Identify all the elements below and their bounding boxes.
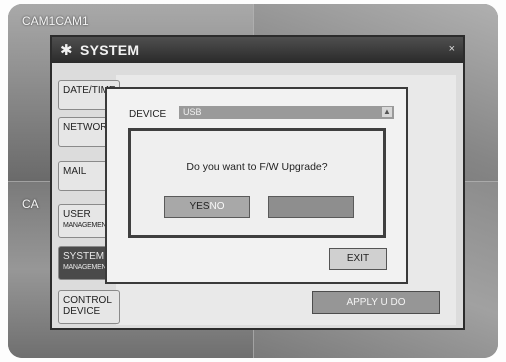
gear-icon: ✱ — [60, 42, 73, 59]
dialog-message: Do you want to F/W Upgrade? — [186, 161, 328, 173]
close-icon[interactable]: × — [449, 43, 455, 55]
firmware-upgrade-dialog: Do you want to F/W Upgrade? YESNO — [128, 128, 386, 238]
sidebar-item-label: USER — [63, 209, 91, 220]
sidebar-item-sublabel: DEVICE — [63, 306, 101, 317]
device-select[interactable]: USB ▲ — [179, 106, 394, 119]
device-label: DEVICE — [129, 109, 167, 120]
window-title: SYSTEM — [80, 42, 140, 58]
camera-label-mid-left: CA — [22, 197, 39, 211]
sidebar-item-control-device[interactable]: CONTROL DEVICE — [58, 290, 120, 324]
apply-undo-button[interactable]: APPLY U DO — [312, 291, 440, 314]
exit-button[interactable]: EXIT — [329, 248, 387, 270]
system-title-bar: ✱ SYSTEM × — [52, 37, 463, 63]
sidebar-item-label: MAIL — [63, 166, 87, 177]
dropdown-arrow-icon[interactable]: ▲ — [382, 107, 392, 117]
device-select-value: USB — [183, 107, 202, 117]
yes-label: YES — [189, 201, 210, 212]
sidebar-item-label: SYSTEM — [63, 251, 105, 262]
no-button[interactable] — [268, 196, 354, 218]
camera-label-top-left: CAM1CAM1 — [22, 14, 89, 28]
sidebar-item-label: CONTROL — [63, 295, 112, 306]
no-label-overlap: NO — [209, 201, 225, 212]
yes-button[interactable]: YESNO — [164, 196, 250, 218]
